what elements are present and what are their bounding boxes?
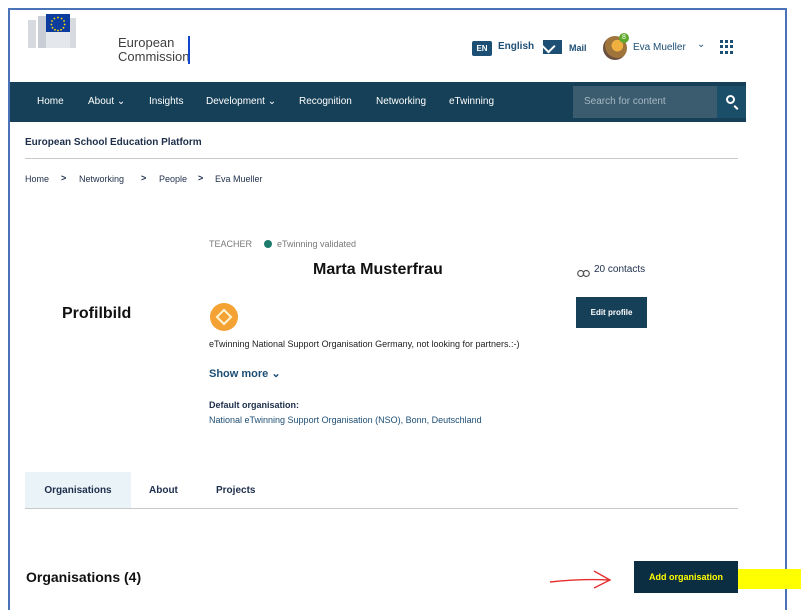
search-button[interactable] <box>717 86 746 118</box>
logo-text-line1: European <box>118 35 175 50</box>
profile-name: Marta Musterfrau <box>313 261 443 278</box>
organisations-heading: Organisations (4) <box>26 569 142 585</box>
chevron-down-icon[interactable]: ⌄ <box>697 39 705 50</box>
tab-about[interactable]: About <box>149 472 178 509</box>
language-selector[interactable]: English <box>498 41 534 52</box>
logo-divider <box>188 36 190 64</box>
chevron-right-icon: > <box>198 173 204 183</box>
nav-item-development[interactable]: Development ⌄ <box>206 96 276 107</box>
highlight-marker <box>735 569 801 589</box>
european-commission-wordmark: European Commission <box>118 36 190 64</box>
tab-divider <box>25 508 738 509</box>
nav-item-networking[interactable]: Networking <box>376 96 426 107</box>
default-organisation-label: Default organisation: <box>209 400 300 410</box>
default-organisation-link[interactable]: National eTwinning Support Organisation … <box>209 415 482 425</box>
chevron-right-icon: > <box>61 173 67 183</box>
apps-grid-icon[interactable] <box>720 40 734 54</box>
annotation-arrow-icon <box>548 568 614 592</box>
user-menu[interactable]: Eva Mueller <box>633 42 686 53</box>
header-divider <box>25 158 738 159</box>
eu-flag-logo[interactable] <box>28 14 84 48</box>
edit-profile-button[interactable]: Edit profile <box>576 297 647 328</box>
tab-projects[interactable]: Projects <box>216 472 255 509</box>
main-navigation: Home About ⌄ Insights Development ⌄ Reco… <box>10 82 746 122</box>
show-more-button[interactable]: Show more ⌄ <box>209 367 281 380</box>
notification-badge: 8 <box>619 33 629 43</box>
breadcrumb-current: Eva Mueller <box>215 174 263 184</box>
language-code-badge[interactable]: EN <box>472 41 492 56</box>
profile-role: TEACHER <box>209 239 253 249</box>
search-icon <box>726 95 735 104</box>
profile-description: eTwinning National Support Organisation … <box>209 339 520 349</box>
tab-organisations[interactable]: Organisations <box>25 472 131 509</box>
breadcrumb-home[interactable]: Home <box>25 174 49 184</box>
validation-status: eTwinning validated <box>277 239 357 249</box>
logo-text-line2: Commission <box>118 49 190 64</box>
breadcrumb-people[interactable]: People <box>159 174 187 184</box>
nav-item-insights[interactable]: Insights <box>149 96 183 107</box>
nso-badge-icon <box>210 303 238 331</box>
platform-title[interactable]: European School Education Platform <box>25 137 202 148</box>
breadcrumb-networking[interactable]: Networking <box>79 174 124 184</box>
mail-link[interactable]: Mail <box>569 43 587 53</box>
chevron-right-icon: > <box>141 173 147 183</box>
profile-picture-placeholder: Profilbild <box>62 305 132 322</box>
add-organisation-button[interactable]: Add organisation <box>634 561 738 593</box>
nav-item-recognition[interactable]: Recognition <box>299 96 352 107</box>
nav-item-home[interactable]: Home <box>37 96 64 107</box>
mail-icon[interactable] <box>543 40 562 54</box>
nav-item-etwinning[interactable]: eTwinning <box>449 96 494 107</box>
validated-icon <box>264 240 272 248</box>
link-icon <box>577 265 590 278</box>
contacts-link[interactable]: 20 contacts <box>594 264 645 275</box>
search-input[interactable]: Search for content <box>573 86 717 118</box>
nav-item-about[interactable]: About ⌄ <box>88 96 125 107</box>
